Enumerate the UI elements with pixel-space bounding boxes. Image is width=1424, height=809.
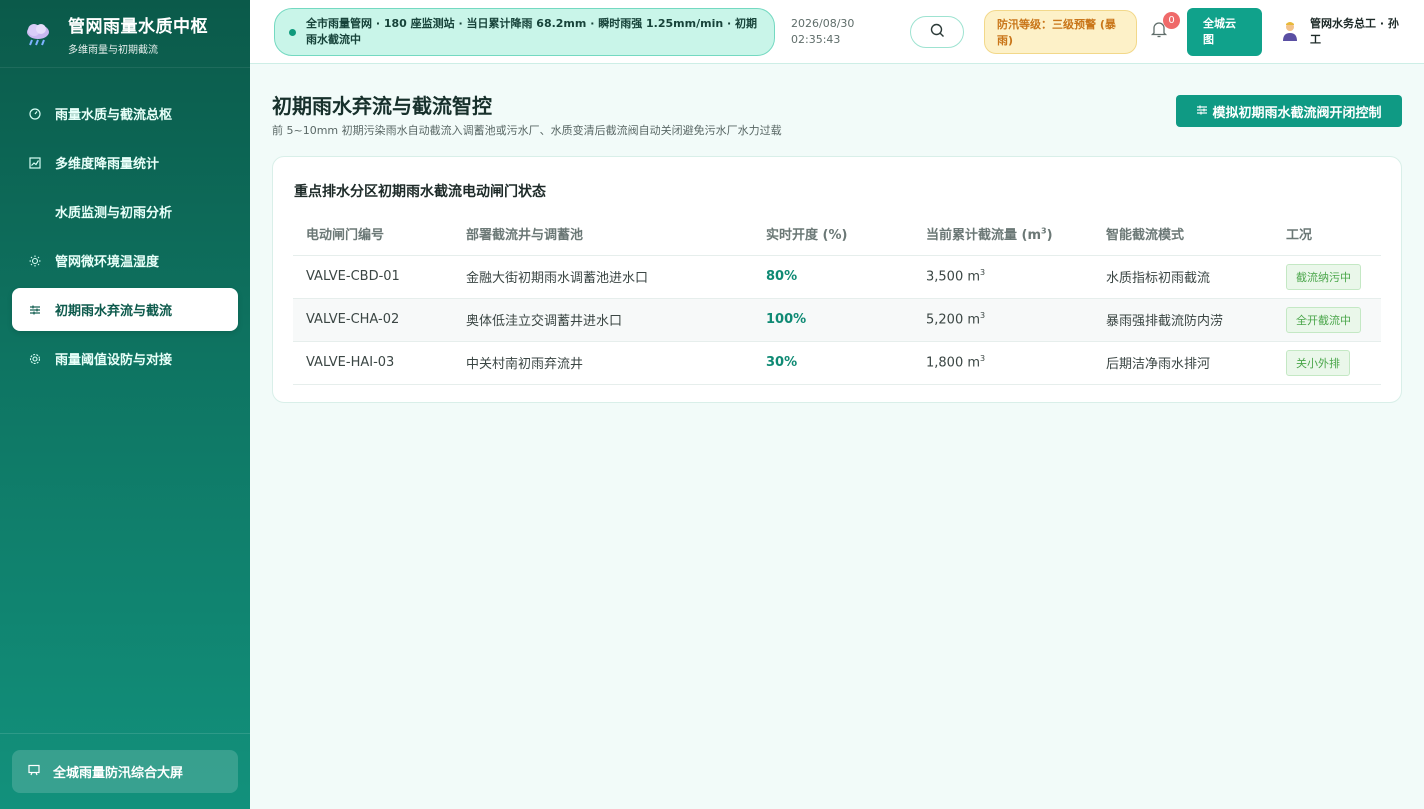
valve-table: 电动闸门编号 部署截流井与调蓄池 实时开度 (%) 当前累计截流量 (m3) 智… [293, 213, 1381, 385]
sidebar-item-rainfall-stats[interactable]: 多维度降雨量统计 [12, 141, 238, 184]
sidebar-item-threshold[interactable]: 雨量阈值设防与对接 [12, 337, 238, 380]
simulate-valve-button[interactable]: 模拟初期雨水截流阀开闭控制 [1176, 95, 1402, 127]
cell-flow: 3,500 m3 [913, 255, 1093, 299]
col-header-location: 部署截流井与调蓄池 [453, 213, 753, 256]
table-header-row: 电动闸门编号 部署截流井与调蓄池 实时开度 (%) 当前累计截流量 (m3) 智… [293, 213, 1381, 256]
cell-status: 截流纳污中 [1273, 255, 1381, 299]
card-title: 重点排水分区初期雨水截流电动闸门状态 [294, 184, 546, 200]
search-button[interactable] [910, 16, 964, 48]
brand-title: 管网雨量水质中枢 [68, 16, 208, 37]
rain-cloud-icon [24, 20, 52, 48]
screen-icon [28, 764, 40, 779]
sidebar-nav: 雨量水质与截流总枢 多维度降雨量统计 水质监测与初雨分析 管网微环境温湿度 初期… [0, 68, 250, 380]
gear-icon [28, 352, 42, 366]
brand-subtitle: 多维雨量与初期截流 [68, 44, 158, 56]
table-row[interactable]: VALVE-CHA-02 奥体低洼立交调蓄井进水口 100% 5,200 m3 … [293, 298, 1381, 342]
page-title: 初期雨水弃流与截流智控 [272, 94, 492, 118]
big-screen-label: 全城雨量防汛综合大屏 [53, 766, 184, 781]
simulate-valve-label: 模拟初期雨水截流阀开闭控制 [1212, 105, 1382, 121]
status-ticker: 全市雨量管网 · 180 座监测站 · 当日累计降雨 68.2mm · 瞬时雨强… [274, 8, 775, 56]
sliders-icon [28, 303, 42, 317]
page-subtitle: 前 5~10mm 初期污染雨水自动截流入调蓄池或污水厂、水质变清后截流阀自动关闭… [272, 124, 782, 137]
status-badge: 截流纳污中 [1286, 263, 1361, 290]
cell-id: VALVE-CBD-01 [293, 255, 453, 299]
col-header-status: 工况 [1273, 213, 1381, 256]
sidebar-footer: 全城雨量防汛综合大屏 [0, 733, 250, 809]
status-badge: 全开截流中 [1286, 306, 1361, 333]
cell-mode: 暴雨强排截流防内涝 [1093, 298, 1273, 342]
alert-level-badge: 防汛等级：三级预警 (暴雨) [984, 10, 1137, 54]
sidebar: 管网雨量水质中枢 多维雨量与初期截流 雨量水质与截流总枢 多维度降雨量统计 水质… [0, 0, 250, 809]
sidebar-item-label: 雨量阈值设防与对接 [55, 353, 173, 368]
cell-status: 关小外排 [1273, 341, 1381, 385]
col-header-flow: 当前累计截流量 (m3) [913, 213, 1093, 256]
ticker-text: 全市雨量管网 · 180 座监测站 · 当日累计降雨 68.2mm · 瞬时雨强… [306, 17, 758, 46]
col-header-opening: 实时开度 (%) [753, 213, 913, 256]
cell-flow-text: 1,800 m [926, 355, 981, 371]
avatar [1280, 20, 1300, 42]
table-row[interactable]: VALVE-HAI-03 中关村南初雨弃流井 30% 1,800 m3 后期洁净… [293, 341, 1381, 385]
live-dot-icon [289, 28, 296, 36]
date-text: 2026/08/30 [791, 17, 855, 30]
cell-flow-text: 5,200 m [926, 312, 981, 328]
sidebar-item-label: 管网微环境温湿度 [55, 255, 160, 270]
user-name: 管网水务总工 · 孙工 [1310, 17, 1399, 46]
table-row[interactable]: VALVE-CBD-01 金融大街初期雨水调蓄池进水口 80% 3,500 m3… [293, 255, 1381, 299]
status-badge: 关小外排 [1286, 349, 1350, 376]
cell-location: 金融大街初期雨水调蓄池进水口 [453, 255, 753, 299]
main-content: 初期雨水弃流与截流智控 前 5~10mm 初期污染雨水自动截流入调蓄池或污水厂、… [250, 64, 1424, 809]
search-icon [930, 23, 945, 42]
cell-flow: 1,800 m3 [913, 341, 1093, 385]
cell-opening: 30% [753, 341, 913, 385]
sidebar-item-label: 多维度降雨量统计 [55, 157, 160, 172]
cell-location: 奥体低洼立交调蓄井进水口 [453, 298, 753, 342]
cell-status: 全开截流中 [1273, 298, 1381, 342]
sidebar-item-overview[interactable]: 雨量水质与截流总枢 [12, 92, 238, 135]
cell-mode: 后期洁净雨水排河 [1093, 341, 1273, 385]
notification-count: 0 [1163, 12, 1180, 29]
sliders-icon [1196, 104, 1208, 119]
cell-opening: 100% [753, 298, 913, 342]
cell-location: 中关村南初雨弃流井 [453, 341, 753, 385]
sidebar-item-water-quality[interactable]: 水质监测与初雨分析 [12, 190, 238, 233]
cell-flow: 5,200 m3 [913, 298, 1093, 342]
gauge-icon [28, 107, 42, 121]
sidebar-item-label: 水质监测与初雨分析 [55, 206, 173, 221]
col-header-id: 电动闸门编号 [293, 213, 453, 256]
brand: 管网雨量水质中枢 多维雨量与初期截流 [0, 0, 250, 68]
datetime: 2026/08/30 02:35:43 [791, 16, 854, 48]
blank-icon [28, 205, 42, 219]
col-header-mode: 智能截流模式 [1093, 213, 1273, 256]
sidebar-item-label: 初期雨水弃流与截流 [55, 304, 173, 319]
col-header-flow-text: 当前累计截流量 (m [926, 228, 1042, 244]
sun-icon [28, 254, 42, 268]
sidebar-item-label: 雨量水质与截流总枢 [55, 108, 173, 123]
cell-id: VALVE-CHA-02 [293, 298, 453, 342]
user-profile[interactable]: 管网水务总工 · 孙工 [1280, 16, 1400, 48]
cell-mode: 水质指标初雨截流 [1093, 255, 1273, 299]
city-cloud-map-button[interactable]: 全城云图 [1187, 8, 1262, 56]
cell-opening: 80% [753, 255, 913, 299]
sidebar-item-temperature-humidity[interactable]: 管网微环境温湿度 [12, 239, 238, 282]
valve-status-card: 重点排水分区初期雨水截流电动闸门状态 电动闸门编号 部署截流井与调蓄池 实时开度… [272, 156, 1402, 403]
big-screen-button[interactable]: 全城雨量防汛综合大屏 [12, 750, 238, 793]
sidebar-item-interception[interactable]: 初期雨水弃流与截流 [12, 288, 238, 331]
cell-flow-text: 3,500 m [926, 269, 981, 285]
top-header: 全市雨量管网 · 180 座监测站 · 当日累计降雨 68.2mm · 瞬时雨强… [250, 0, 1424, 64]
time-text: 02:35:43 [791, 33, 841, 46]
cell-id: VALVE-HAI-03 [293, 341, 453, 385]
chart-icon [28, 156, 42, 170]
